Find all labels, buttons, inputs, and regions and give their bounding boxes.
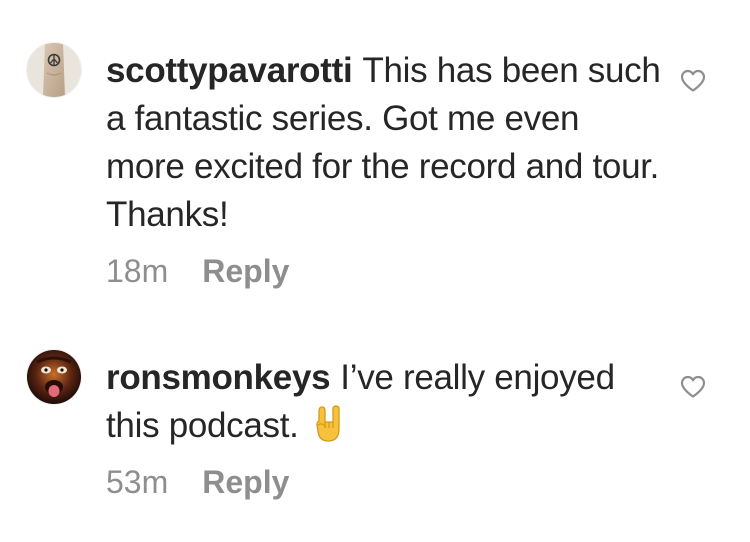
reply-button[interactable]: Reply [202,464,289,501]
comment-text-block: ronsmonkeys I’ve really enjoyed this podc… [106,354,666,456]
comment-timestamp: 53m [106,464,169,500]
comment-meta: 53m Reply [106,464,289,501]
user-avatar-icon [27,43,81,97]
comment-item: scottypavarotti This has been such a fant… [0,0,750,300]
comment-meta: 18m Reply [106,253,289,290]
sign-of-the-horns-icon [313,405,345,456]
comment-item: ronsmonkeys I’ve really enjoyed this podc… [0,330,750,542]
reply-button[interactable]: Reply [202,253,289,290]
like-heart-icon[interactable] [680,69,706,93]
like-heart-icon[interactable] [680,375,706,399]
avatar[interactable] [27,350,81,404]
comment-username[interactable]: scottypavarotti [106,51,353,90]
comment-username[interactable]: ronsmonkeys [106,358,331,397]
comment-timestamp: 18m [106,253,169,289]
avatar[interactable] [27,43,81,97]
comment-text-block: scottypavarotti This has been such a fant… [106,47,666,239]
user-avatar-icon [27,350,81,404]
